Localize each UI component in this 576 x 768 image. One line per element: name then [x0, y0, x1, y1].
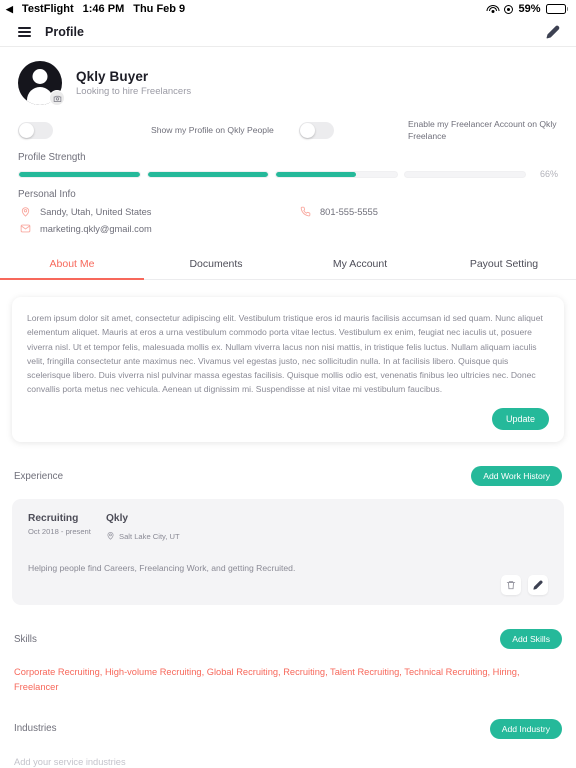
profile-tabs: About Me Documents My Account Payout Set…: [0, 248, 576, 281]
trash-icon[interactable]: [501, 575, 521, 596]
strength-segment: [18, 170, 141, 178]
profile-strength-meter: 66%: [0, 163, 576, 179]
page-title: Profile: [45, 25, 84, 39]
toggle-row-enable-freelancer: Enable my Freelancer Account on Qkly Fre…: [277, 119, 558, 142]
edit-experience-pencil-icon[interactable]: [528, 575, 548, 596]
industries-empty-placeholder: Add your service industries: [14, 756, 126, 767]
phone-text: 801-555-5555: [320, 206, 378, 217]
personal-info-location: Sandy, Utah, United States: [18, 206, 298, 217]
hamburger-menu-icon[interactable]: [18, 27, 31, 37]
strength-segment: [275, 170, 398, 178]
status-bar: ◀ TestFlight 1:46 PM Thu Feb 9 59%: [0, 0, 576, 18]
battery-percent-label: 59%: [518, 3, 541, 15]
experience-role: Recruiting: [28, 513, 79, 525]
about-me-text: Lorem ipsum dolor sit amet, consectetur …: [27, 313, 543, 395]
tab-documents[interactable]: Documents: [144, 248, 288, 279]
skills-title: Skills: [14, 633, 37, 645]
experience-description: Helping people find Careers, Freelancing…: [28, 563, 296, 574]
experience-dates: Oct 2018 - present: [28, 527, 91, 537]
tab-payout-setting[interactable]: Payout Setting: [432, 248, 576, 279]
envelope-icon: [18, 223, 32, 234]
back-to-app-icon[interactable]: ◀: [6, 4, 13, 14]
experience-header: Experience Add Work History: [12, 466, 564, 487]
experience-title: Experience: [14, 470, 64, 482]
add-skills-button[interactable]: Add Skills: [500, 629, 562, 650]
profile-name: Qkly Buyer: [76, 69, 149, 84]
email-text: marketing.qkly@gmail.com: [40, 223, 152, 234]
phone-icon: [298, 206, 312, 217]
app-header: Profile: [0, 18, 576, 47]
map-pin-icon: [106, 527, 115, 545]
status-carrier-label: TestFlight: [21, 3, 74, 15]
status-date: Thu Feb 9: [133, 3, 186, 15]
profile-summary: Qkly Buyer Looking to hire Freelancers: [0, 47, 576, 113]
camera-icon[interactable]: [49, 90, 65, 106]
profile-strength-title: Profile Strength: [18, 152, 86, 164]
about-me-card: Lorem ipsum dolor sit amet, consectetur …: [12, 297, 564, 443]
toggle-enable-freelancer-account[interactable]: [299, 122, 334, 140]
map-pin-icon: [18, 206, 32, 217]
profile-toggles: Show my Profile on Qkly People Enable my…: [0, 113, 576, 152]
add-work-history-button[interactable]: Add Work History: [471, 466, 562, 487]
personal-info-phone: 801-555-5555: [298, 206, 378, 217]
skills-list: Corporate Recruiting, High-volume Recrui…: [14, 667, 520, 693]
industries-title: Industries: [14, 723, 57, 735]
skills-header: Skills Add Skills: [12, 629, 564, 650]
personal-info-list: Sandy, Utah, United States 801-555-5555: [0, 200, 576, 234]
avatar[interactable]: [18, 61, 65, 106]
experience-company: Qkly: [106, 513, 129, 525]
personal-info-row: Sandy, Utah, United States 801-555-5555: [18, 206, 558, 217]
experience-location: Salt Lake City, UT: [119, 531, 180, 541]
experience-item: Recruiting Oct 2018 - present Qkly Salt …: [12, 499, 564, 606]
personal-info-title: Personal Info: [18, 189, 76, 201]
pencil-icon[interactable]: [544, 23, 562, 41]
add-industry-button[interactable]: Add Industry: [489, 718, 562, 739]
profile-tagline: Looking to hire Freelancers: [76, 86, 192, 97]
location-text: Sandy, Utah, United States: [40, 206, 152, 217]
update-button[interactable]: Update: [491, 408, 549, 431]
strength-percent-label: 66%: [539, 169, 558, 180]
strength-segment: [403, 170, 526, 178]
personal-info-row: marketing.qkly@gmail.com: [18, 223, 558, 234]
battery-icon: [545, 4, 568, 14]
toggle-row-show-profile: Show my Profile on Qkly People: [18, 122, 277, 140]
toggle-label-enable-freelancer: Enable my Freelancer Account on Qkly Fre…: [408, 119, 557, 141]
personal-info-email: marketing.qkly@gmail.com: [18, 223, 298, 234]
status-time: 1:46 PM: [82, 3, 125, 15]
tab-my-account[interactable]: My Account: [288, 248, 432, 279]
toggle-label-show-profile: Show my Profile on Qkly People: [151, 124, 274, 135]
tab-about-me[interactable]: About Me: [0, 248, 144, 281]
strength-segment: [146, 170, 269, 178]
location-services-icon: [504, 4, 514, 14]
tab-content-about-me: Lorem ipsum dolor sit amet, consectetur …: [0, 297, 576, 767]
industries-header: Industries Add Industry: [12, 718, 564, 739]
toggle-show-profile-on-qkly-people[interactable]: [18, 122, 53, 140]
wifi-icon: [486, 4, 500, 14]
